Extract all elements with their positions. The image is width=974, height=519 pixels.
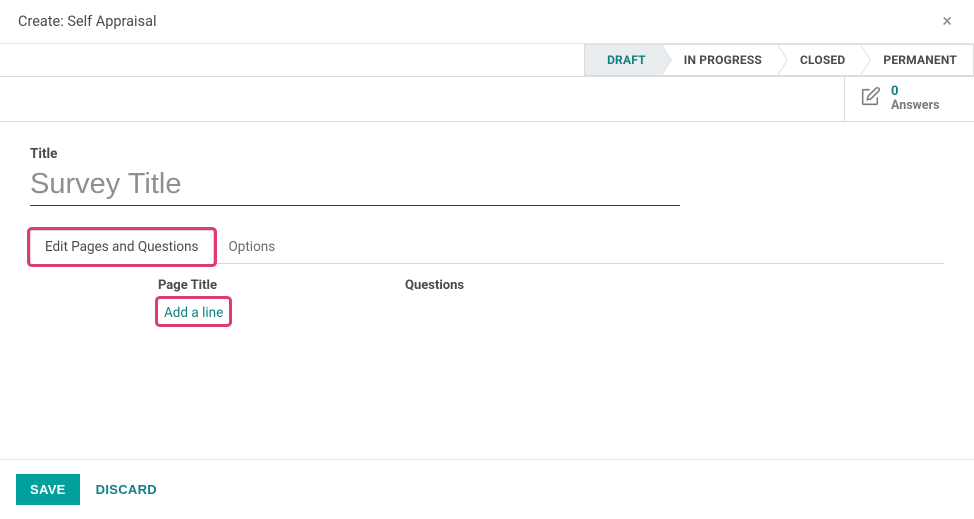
status-step-closed[interactable]: CLOSED <box>778 44 861 76</box>
survey-title-input[interactable] <box>30 166 680 206</box>
stat-buttons-row: 0 Answers <box>0 77 974 122</box>
tab-options[interactable]: Options <box>214 230 291 264</box>
status-step-label: CLOSED <box>800 53 845 67</box>
column-questions: Questions <box>405 278 944 293</box>
create-self-appraisal-modal: Create: Self Appraisal × DRAFT IN PROGRE… <box>0 0 974 519</box>
answers-label: Answers <box>891 99 940 113</box>
answers-count: 0 <box>891 85 940 99</box>
list-header: Page Title Questions <box>30 274 944 299</box>
status-step-permanent[interactable]: PERMANENT <box>861 44 974 76</box>
title-section: Title <box>0 122 974 214</box>
statusbar: DRAFT IN PROGRESS CLOSED PERMANENT <box>584 44 974 76</box>
tab-list: Edit Pages and Questions Options <box>30 230 944 264</box>
answers-stat-button[interactable]: 0 Answers <box>844 77 974 121</box>
discard-button[interactable]: DISCARD <box>96 482 157 497</box>
modal-title: Create: Self Appraisal <box>18 13 938 30</box>
add-a-line-link[interactable]: Add a line <box>164 305 223 321</box>
status-step-label: IN PROGRESS <box>684 53 762 67</box>
title-field-label: Title <box>30 146 944 162</box>
statusbar-wrap: DRAFT IN PROGRESS CLOSED PERMANENT <box>0 44 974 77</box>
status-step-in-progress[interactable]: IN PROGRESS <box>662 44 778 76</box>
close-icon[interactable]: × <box>938 7 956 36</box>
tab-pane-edit: Page Title Questions Add a line <box>30 264 944 324</box>
status-step-label: PERMANENT <box>883 53 957 67</box>
status-step-draft[interactable]: DRAFT <box>584 44 662 76</box>
tab-edit-pages-and-questions[interactable]: Edit Pages and Questions <box>30 230 214 264</box>
notebook: Edit Pages and Questions Options Page Ti… <box>30 230 944 324</box>
save-button[interactable]: SAVE <box>16 474 80 505</box>
add-line-row: Add a line <box>30 299 944 324</box>
modal-footer: SAVE DISCARD <box>0 460 974 519</box>
modal-header: Create: Self Appraisal × <box>0 0 974 44</box>
status-step-label: DRAFT <box>607 53 646 67</box>
edit-box-icon <box>859 86 881 112</box>
form-body: Title Edit Pages and Questions Options P… <box>0 122 974 519</box>
column-page-title: Page Title <box>30 278 405 293</box>
tab-label: Options <box>229 239 276 255</box>
tab-label: Edit Pages and Questions <box>45 239 199 255</box>
